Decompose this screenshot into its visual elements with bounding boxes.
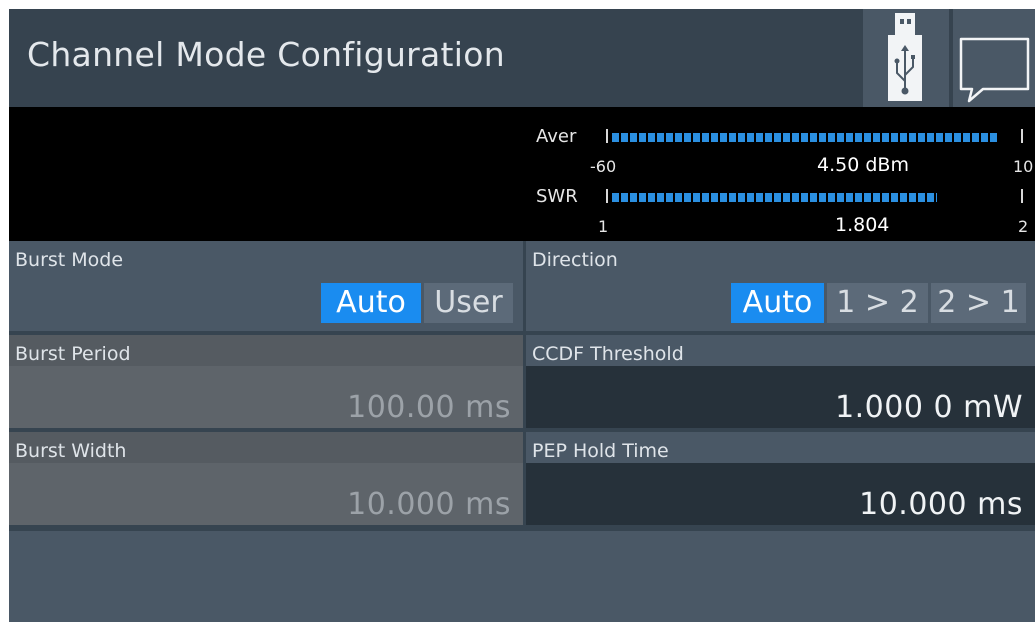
direction-2-to-1-option[interactable]: 2 > 1 — [931, 283, 1026, 323]
direction-1-to-2-option[interactable]: 1 > 2 — [827, 283, 928, 323]
ccdf-threshold-label: CCDF Threshold — [532, 343, 684, 365]
usb-icon — [888, 13, 922, 101]
burst-period-input[interactable]: 100.00 ms — [9, 366, 523, 428]
swr-scale-start — [606, 189, 608, 203]
burst-width-field: Burst Width 10.000 ms — [9, 432, 523, 525]
pep-hold-time-field: PEP Hold Time 10.000 ms — [526, 432, 1035, 525]
app-window: Channel Mode Configuration Aver -60 4.50… — [9, 9, 1035, 622]
swr-meter-label: SWR — [536, 186, 578, 207]
message-button[interactable] — [953, 9, 1035, 107]
direction-label: Direction — [532, 249, 618, 271]
header-bar: Channel Mode Configuration — [9, 9, 1035, 107]
aver-level-bar — [612, 133, 998, 142]
aver-meter-label: Aver — [536, 126, 577, 147]
burst-period-value: 100.00 ms — [347, 390, 511, 425]
aver-scale-start — [606, 129, 608, 143]
pep-hold-time-input[interactable]: 10.000 ms — [526, 463, 1035, 525]
usb-button[interactable] — [863, 9, 949, 107]
aver-min-label: -60 — [590, 157, 617, 176]
burst-width-label: Burst Width — [15, 440, 127, 462]
swr-max-label: 2 — [1018, 217, 1029, 236]
pep-hold-time-label: PEP Hold Time — [532, 440, 669, 462]
burst-width-value: 10.000 ms — [347, 487, 511, 522]
burst-period-label: Burst Period — [15, 343, 131, 365]
message-icon — [959, 37, 1030, 103]
swr-value: 1.804 — [835, 214, 890, 236]
swr-level-bar — [612, 193, 937, 202]
burst-width-input[interactable]: 10.000 ms — [9, 463, 523, 525]
ccdf-threshold-input[interactable]: 1.000 0 mW — [526, 366, 1035, 428]
page-title: Channel Mode Configuration — [27, 35, 505, 74]
aver-value: 4.50 dBm — [817, 154, 909, 176]
pep-hold-time-value: 10.000 ms — [859, 487, 1023, 522]
aver-scale-end — [1021, 129, 1023, 143]
burst-mode-auto-option[interactable]: Auto — [321, 283, 421, 323]
burst-mode-label: Burst Mode — [15, 249, 124, 271]
ccdf-threshold-field: CCDF Threshold 1.000 0 mW — [526, 335, 1035, 428]
burst-mode-user-option[interactable]: User — [424, 283, 513, 323]
swr-scale-end — [1021, 189, 1023, 203]
softkey-bar — [9, 531, 1035, 622]
meter-panel: Aver -60 4.50 dBm 10 SWR 1 1.804 2 — [9, 107, 1035, 241]
burst-mode-field: Burst Mode Auto User — [9, 241, 523, 331]
burst-period-field: Burst Period 100.00 ms — [9, 335, 523, 428]
ccdf-threshold-value: 1.000 0 mW — [835, 390, 1023, 425]
aver-max-label: 10 — [1013, 157, 1034, 176]
direction-auto-option[interactable]: Auto — [731, 283, 824, 323]
direction-field: Direction Auto 1 > 2 2 > 1 — [526, 241, 1035, 331]
swr-min-label: 1 — [598, 217, 609, 236]
